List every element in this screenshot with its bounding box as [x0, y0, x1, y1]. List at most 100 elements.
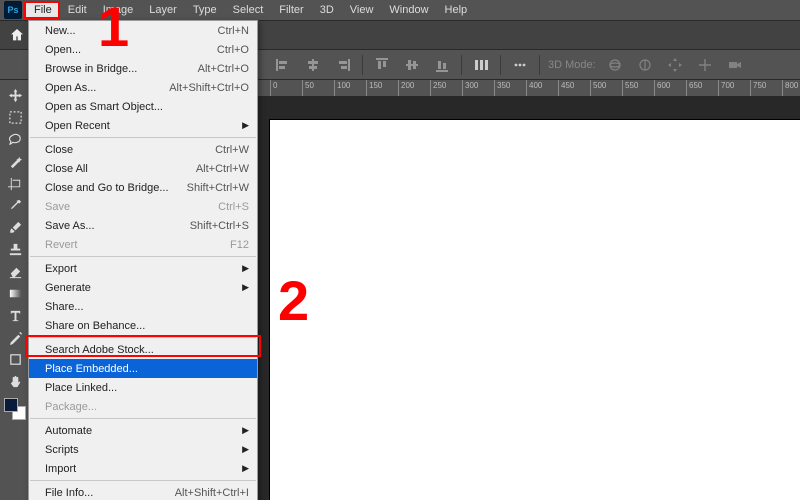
menu-item-label: Package...: [45, 401, 249, 413]
separator: [539, 55, 540, 75]
hand-tool[interactable]: [2, 370, 28, 392]
menu-item-browse-in-bridge[interactable]: Browse in Bridge...Alt+Ctrl+O: [29, 59, 257, 78]
menu-item-revert: RevertF12: [29, 235, 257, 254]
camera-3d-icon[interactable]: [724, 54, 746, 76]
move-tool[interactable]: [2, 84, 28, 106]
home-icon[interactable]: [6, 24, 28, 46]
menubar-item-image[interactable]: Image: [95, 2, 142, 18]
menu-item-open[interactable]: Open...Ctrl+O: [29, 40, 257, 59]
orbit-3d-icon[interactable]: [604, 54, 626, 76]
menu-item-label: Close: [45, 144, 215, 156]
menubar-item-window[interactable]: Window: [381, 2, 436, 18]
ruler-tick: 600: [654, 80, 655, 96]
menu-item-shortcut: F12: [230, 239, 249, 251]
ruler-tick: 500: [590, 80, 591, 96]
menu-item-shortcut: Ctrl+S: [218, 201, 249, 213]
align-bottom-icon[interactable]: [431, 54, 453, 76]
menu-item-share[interactable]: Share...: [29, 297, 257, 316]
menu-item-automate[interactable]: Automate▶: [29, 421, 257, 440]
stamp-tool[interactable]: [2, 238, 28, 260]
canvas[interactable]: [270, 120, 800, 500]
menu-item-close-and-go-to-bridge[interactable]: Close and Go to Bridge...Shift+Ctrl+W: [29, 178, 257, 197]
menu-item-shortcut: Shift+Ctrl+S: [190, 220, 249, 232]
menu-item-new[interactable]: New...Ctrl+N: [29, 21, 257, 40]
menubar-item-select[interactable]: Select: [225, 2, 272, 18]
ruler-tick: 100: [334, 80, 335, 96]
menu-item-generate[interactable]: Generate▶: [29, 278, 257, 297]
color-swatches[interactable]: [4, 398, 26, 420]
menu-item-share-on-behance[interactable]: Share on Behance...: [29, 316, 257, 335]
menu-item-label: Save As...: [45, 220, 190, 232]
align-right-icon[interactable]: [332, 54, 354, 76]
menubar-item-layer[interactable]: Layer: [141, 2, 185, 18]
menu-item-file-info[interactable]: File Info...Alt+Shift+Ctrl+I: [29, 483, 257, 500]
app-window: Ps FileEditImageLayerTypeSelectFilter3DV…: [0, 0, 800, 500]
menu-item-shortcut: Ctrl+N: [218, 25, 249, 37]
menubar-item-file[interactable]: File: [26, 2, 60, 18]
slide-3d-icon[interactable]: [694, 54, 716, 76]
align-hcenter-icon[interactable]: [302, 54, 324, 76]
menubar: Ps FileEditImageLayerTypeSelectFilter3DV…: [0, 0, 800, 20]
overflow-icon[interactable]: [509, 54, 531, 76]
menu-item-label: New...: [45, 25, 218, 37]
crop-tool[interactable]: [2, 172, 28, 194]
menu-item-label: Scripts: [45, 444, 249, 456]
menu-item-label: Export: [45, 263, 249, 275]
menu-item-scripts[interactable]: Scripts▶: [29, 440, 257, 459]
eraser-tool[interactable]: [2, 260, 28, 282]
menu-item-close[interactable]: CloseCtrl+W: [29, 140, 257, 159]
menu-item-label: Import: [45, 463, 249, 475]
more-align-icon[interactable]: [470, 54, 492, 76]
menubar-item-help[interactable]: Help: [437, 2, 476, 18]
menu-item-open-as[interactable]: Open As...Alt+Shift+Ctrl+O: [29, 78, 257, 97]
menu-item-shortcut: Alt+Shift+Ctrl+O: [169, 82, 249, 94]
ruler-tick: 650: [686, 80, 687, 96]
pan-3d-icon[interactable]: [664, 54, 686, 76]
menu-separator: [30, 137, 256, 138]
menu-separator: [30, 337, 256, 338]
pen-tool[interactable]: [2, 326, 28, 348]
type-tool[interactable]: [2, 304, 28, 326]
menu-item-shortcut: Shift+Ctrl+W: [187, 182, 249, 194]
align-left-icon[interactable]: [272, 54, 294, 76]
fg-swatch[interactable]: [4, 398, 18, 412]
menu-item-label: Open As...: [45, 82, 169, 94]
brush-tool[interactable]: [2, 216, 28, 238]
marquee-tool[interactable]: [2, 106, 28, 128]
menu-item-label: Share on Behance...: [45, 320, 249, 332]
menu-item-close-all[interactable]: Close AllAlt+Ctrl+W: [29, 159, 257, 178]
menu-item-label: Place Embedded...: [45, 363, 249, 375]
menu-item-open-recent[interactable]: Open Recent▶: [29, 116, 257, 135]
align-top-icon[interactable]: [371, 54, 393, 76]
menu-item-import[interactable]: Import▶: [29, 459, 257, 478]
3d-mode-label: 3D Mode:: [548, 59, 596, 71]
wand-tool[interactable]: [2, 150, 28, 172]
ruler-tick: 400: [526, 80, 527, 96]
menu-item-place-linked[interactable]: Place Linked...: [29, 378, 257, 397]
menu-item-search-adobe-stock[interactable]: Search Adobe Stock...: [29, 340, 257, 359]
menu-item-place-embedded[interactable]: Place Embedded...: [29, 359, 257, 378]
menubar-item-filter[interactable]: Filter: [271, 2, 311, 18]
align-vcenter-icon[interactable]: [401, 54, 423, 76]
menu-item-label: Generate: [45, 282, 249, 294]
menu-item-label: Place Linked...: [45, 382, 249, 394]
ruler-tick: 250: [430, 80, 431, 96]
menu-item-export[interactable]: Export▶: [29, 259, 257, 278]
roll-3d-icon[interactable]: [634, 54, 656, 76]
menu-item-label: Automate: [45, 425, 249, 437]
ruler-tick: 300: [462, 80, 463, 96]
gradient-tool[interactable]: [2, 282, 28, 304]
shape-tool[interactable]: [2, 348, 28, 370]
lasso-tool[interactable]: [2, 128, 28, 150]
eyedropper-tool[interactable]: [2, 194, 28, 216]
menu-item-shortcut: Ctrl+W: [215, 144, 249, 156]
ruler-tick: 450: [558, 80, 559, 96]
menu-item-label: File Info...: [45, 487, 175, 499]
menubar-item-type[interactable]: Type: [185, 2, 225, 18]
menubar-item-view[interactable]: View: [342, 2, 382, 18]
menu-item-open-as-smart-object[interactable]: Open as Smart Object...: [29, 97, 257, 116]
menubar-item-3d[interactable]: 3D: [312, 2, 342, 18]
menu-item-label: Open as Smart Object...: [45, 101, 249, 113]
menu-item-save-as[interactable]: Save As...Shift+Ctrl+S: [29, 216, 257, 235]
menubar-item-edit[interactable]: Edit: [60, 2, 95, 18]
